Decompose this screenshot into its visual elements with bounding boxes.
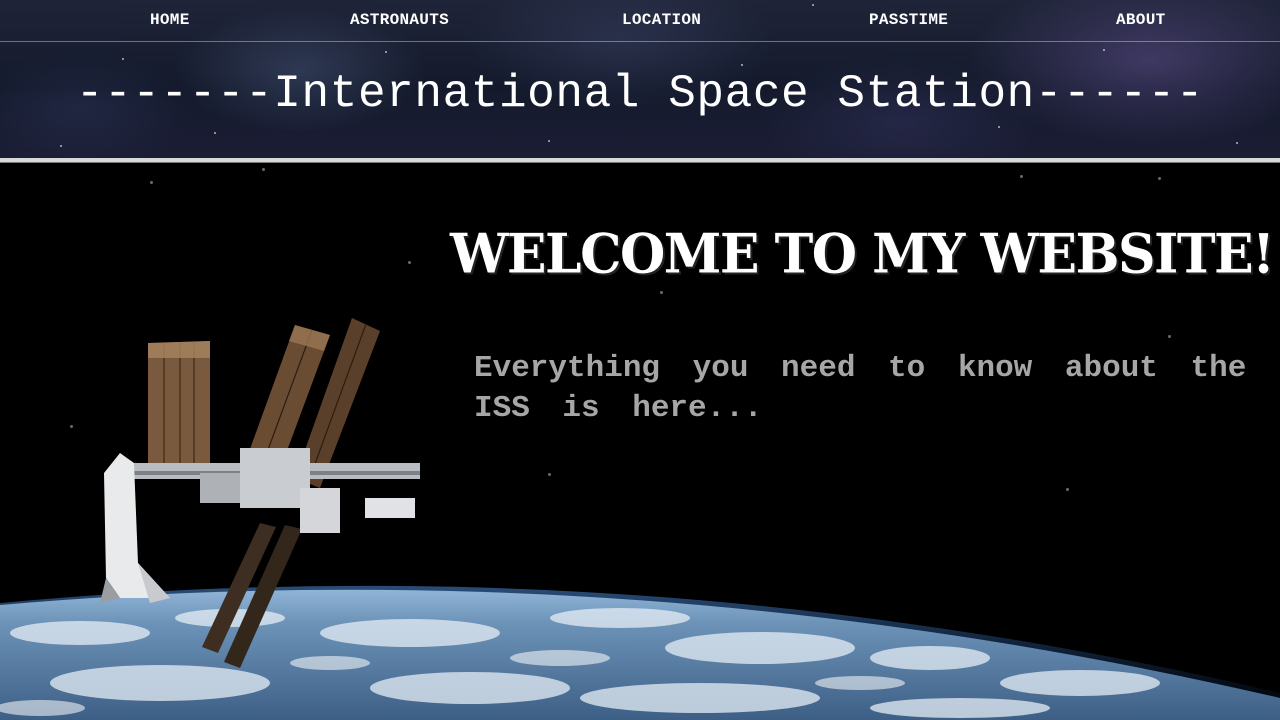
hero-section: WELCOME TO MY WEBSITE! Everything you ne… xyxy=(0,163,1280,720)
hero-tagline: Everything you need to know about the IS… xyxy=(474,351,1247,426)
nav-astronauts-link[interactable]: ASTRONAUTS xyxy=(350,11,449,29)
iss-image xyxy=(100,318,420,668)
top-navigation: HOME ASTRONAUTS LOCATION PASSTIME ABOUT xyxy=(0,0,1280,42)
nav-passtime-link[interactable]: PASSTIME xyxy=(869,11,948,29)
nav-location-link[interactable]: LOCATION xyxy=(622,11,701,29)
welcome-heading: WELCOME TO MY WEBSITE! xyxy=(450,222,1275,287)
header-banner: HOME ASTRONAUTS LOCATION PASSTIME ABOUT … xyxy=(0,0,1280,158)
site-title: -------International Space Station------ xyxy=(75,68,1205,120)
page: HOME ASTRONAUTS LOCATION PASSTIME ABOUT … xyxy=(0,0,1280,720)
nav-about-link[interactable]: ABOUT xyxy=(1116,11,1166,29)
nav-home-link[interactable]: HOME xyxy=(150,11,190,29)
